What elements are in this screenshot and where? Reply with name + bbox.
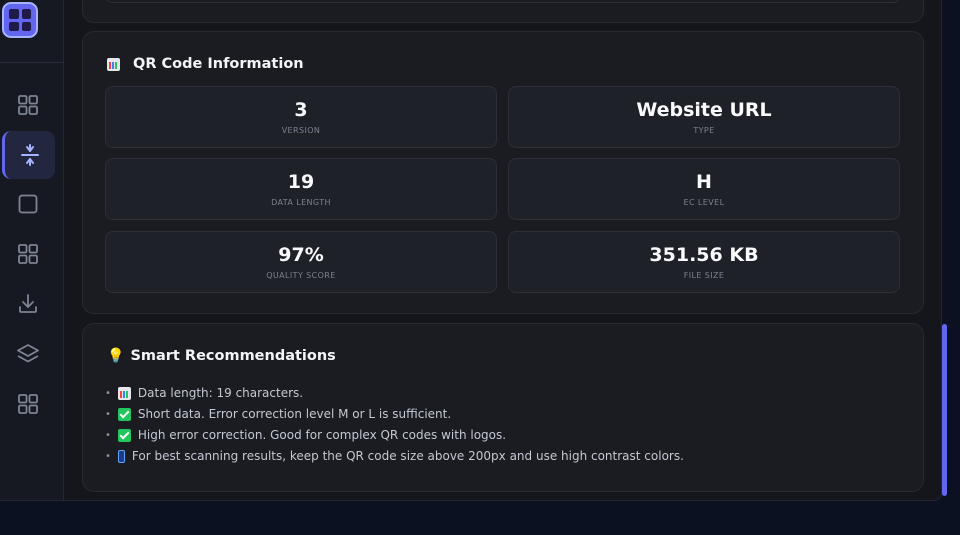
sidebar-divider — [0, 62, 64, 63]
stat-label: TYPE — [693, 126, 715, 135]
stat-type: Website URL TYPE — [508, 86, 900, 148]
download-icon — [19, 294, 37, 313]
sidebar — [0, 0, 64, 500]
stat-label: DATA LENGTH — [271, 198, 331, 207]
main-content: QR Code Information 3 VERSION Website UR… — [64, 0, 940, 500]
scrollbar-thumb[interactable] — [942, 324, 947, 496]
stat-quality-score: 97% QUALITY SCORE — [105, 231, 497, 293]
check-icon — [117, 429, 131, 442]
mobile-phone-icon — [117, 450, 125, 463]
sidebar-item-more[interactable] — [8, 384, 48, 424]
bar-chart-icon — [117, 387, 131, 400]
stat-label: EC LEVEL — [683, 198, 725, 207]
bar-chart-icon — [107, 57, 120, 71]
previous-card-panel — [105, 0, 901, 3]
layers-icon — [17, 344, 39, 363]
qr-info-card: QR Code Information 3 VERSION Website UR… — [82, 31, 924, 314]
sidebar-item-dashboard[interactable] — [8, 85, 48, 125]
sidebar-item-square[interactable] — [8, 184, 48, 224]
list-item: • For best scanning results, keep the QR… — [105, 446, 684, 467]
stat-value: H — [696, 171, 712, 193]
stat-version: 3 VERSION — [105, 86, 497, 148]
stat-file-size: 351.56 KB FILE SIZE — [508, 231, 900, 293]
sidebar-item-layers[interactable] — [8, 334, 48, 374]
grid-icon — [18, 244, 38, 264]
stat-ec-level: H EC LEVEL — [508, 158, 900, 220]
stat-value: 97% — [278, 244, 324, 266]
stat-value: 351.56 KB — [649, 244, 759, 266]
sidebar-item-apps[interactable] — [8, 234, 48, 274]
stat-value: Website URL — [636, 99, 772, 121]
grid-icon — [18, 394, 38, 414]
bullet-icon: • — [105, 430, 111, 441]
recommendation-text: High error correction. Good for complex … — [137, 428, 507, 442]
previous-card — [82, 0, 924, 23]
lightbulb-icon: 💡 — [107, 348, 125, 364]
arrows-vertical-icon — [21, 144, 39, 166]
sidebar-item-download[interactable] — [8, 284, 48, 324]
recommendations-card: 💡 Smart Recommendations • Data length: 1… — [82, 323, 924, 492]
bullet-icon: • — [105, 388, 111, 399]
stat-label: VERSION — [281, 126, 321, 135]
recommendations-title: 💡 Smart Recommendations — [107, 348, 336, 364]
stat-data-length: 19 DATA LENGTH — [105, 158, 497, 220]
app-logo-icon[interactable] — [2, 2, 38, 38]
recommendation-text: Data length: 19 characters. — [137, 386, 304, 400]
qr-info-title-text: QR Code Information — [133, 56, 304, 72]
check-icon — [117, 408, 131, 421]
recommendation-text: For best scanning results, keep the QR c… — [131, 449, 684, 463]
recommendations-title-text: Smart Recommendations — [130, 348, 336, 364]
list-item: • Short data. Error correction level M o… — [105, 404, 684, 425]
list-item: • High error correction. Good for comple… — [105, 425, 684, 446]
stat-value: 3 — [294, 99, 308, 121]
grid-icon — [18, 95, 38, 115]
recommendation-text: Short data. Error correction level M or … — [137, 407, 452, 421]
bullet-icon: • — [105, 409, 111, 420]
stat-label: FILE SIZE — [683, 271, 725, 280]
square-icon — [18, 194, 38, 214]
app-window: QR Code Information 3 VERSION Website UR… — [0, 0, 942, 501]
stat-value: 19 — [287, 171, 315, 193]
sidebar-item-compress[interactable] — [2, 131, 55, 179]
stat-label: QUALITY SCORE — [266, 271, 336, 280]
bullet-icon: • — [105, 451, 111, 462]
recommendations-list: • Data length: 19 characters. • Short da… — [105, 383, 684, 467]
qr-info-title: QR Code Information — [107, 56, 304, 72]
list-item: • Data length: 19 characters. — [105, 383, 684, 404]
